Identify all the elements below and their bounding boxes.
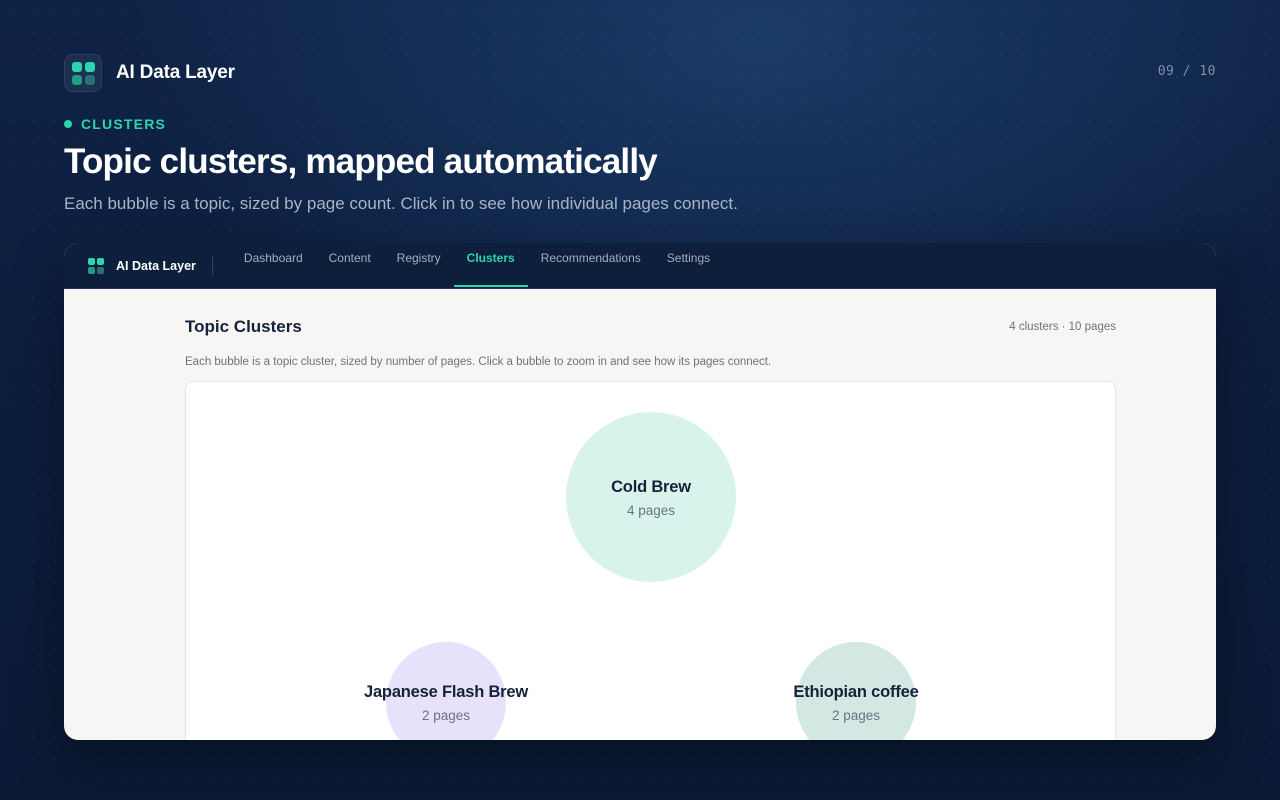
cluster-stats: 4 clusters · 10 pages [1009, 321, 1116, 333]
app-name[interactable]: AI Data Layer [116, 256, 213, 275]
nav-item-recommendations[interactable]: Recommendations [528, 243, 654, 287]
page-title: Topic Clusters [185, 317, 302, 336]
app-top-bar: AI Data Layer Dashboard Content Registry… [64, 243, 1216, 289]
nav-item-dashboard[interactable]: Dashboard [231, 243, 316, 287]
main-nav: Dashboard Content Registry Clusters Reco… [231, 243, 723, 289]
cluster-bubble-ethiopian-coffee[interactable] [795, 641, 917, 740]
slide-subline: Each bubble is a topic, sized by page co… [64, 194, 738, 213]
clusters-page: Topic Clusters 4 clusters · 10 pages Eac… [64, 289, 1216, 740]
eyebrow-label: CLUSTERS [81, 116, 167, 132]
cluster-bubble-japanese-flash-brew[interactable] [385, 641, 507, 740]
eyebrow-dot-icon [64, 120, 72, 128]
slide-pager: 09 / 10 [1157, 64, 1216, 79]
nav-item-clusters[interactable]: Clusters [453, 243, 528, 287]
grid-logo-icon [64, 54, 102, 92]
nav-item-settings[interactable]: Settings [654, 243, 723, 287]
slide-brand: AI Data Layer [64, 54, 235, 92]
slide-brand-name: AI Data Layer [116, 62, 235, 83]
slide-eyebrow: CLUSTERS [64, 116, 166, 132]
app-window: AI Data Layer Dashboard Content Registry… [64, 243, 1216, 740]
cluster-bubble-cold-brew[interactable] [566, 412, 736, 582]
nav-item-registry[interactable]: Registry [384, 243, 454, 287]
app-logo-icon[interactable] [88, 257, 104, 274]
cluster-canvas[interactable]: Cold Brew 4 pages Japanese Flash Brew 2 … [185, 381, 1116, 740]
slide-headline: Topic clusters, mapped automatically [64, 142, 658, 181]
nav-item-content[interactable]: Content [316, 243, 384, 287]
page-description: Each bubble is a topic cluster, sized by… [185, 356, 772, 368]
